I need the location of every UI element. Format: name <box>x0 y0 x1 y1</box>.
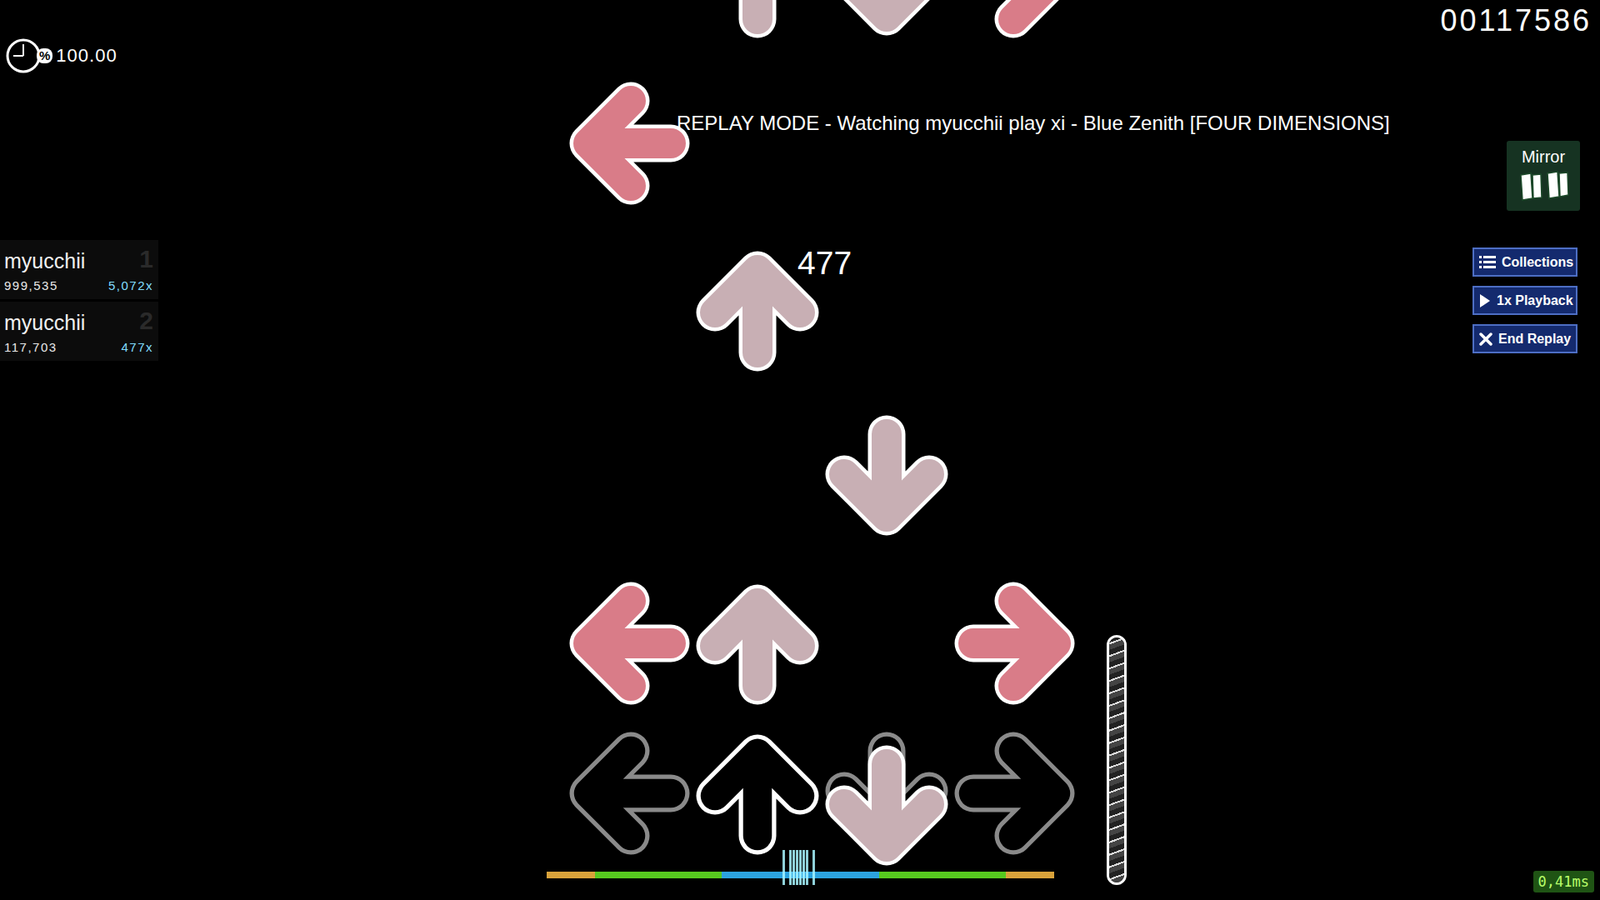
right-note-arrow-icon <box>953 0 1079 40</box>
player-score: 117,703 <box>4 340 58 355</box>
lane <box>951 0 1081 900</box>
leaderboard-entry: myucchii 1 999,535 5,072x <box>0 240 159 300</box>
down-note-arrow-icon <box>824 0 950 40</box>
hit-tick <box>792 850 795 885</box>
leaderboard: myucchii 1 999,535 5,072x myucchii 2 117,703 47… <box>0 240 159 361</box>
collections-button[interactable]: Collections <box>1472 247 1578 277</box>
percent-badge: % <box>36 48 53 65</box>
down-note-arrow-icon <box>824 744 950 870</box>
replay-banner: REPLAY MODE - Watching myucchii play xi … <box>676 111 1390 135</box>
lane <box>564 0 694 900</box>
health-bar <box>1106 635 1127 885</box>
leaderboard-entry: myucchii 2 117,703 477x <box>0 301 159 361</box>
replay-controls: Collections 1x Playback End Replay <box>1472 247 1578 354</box>
close-icon <box>1479 332 1493 346</box>
accuracy-display: %100.00 <box>5 37 118 75</box>
rank: 2 <box>139 306 154 335</box>
hit-tick <box>799 850 802 885</box>
accuracy-value: 100.00 <box>55 45 117 67</box>
playback-button[interactable]: 1x Playback <box>1472 285 1578 315</box>
lane <box>822 0 952 900</box>
mod-badge: Mirror <box>1506 140 1580 211</box>
list-icon <box>1479 255 1496 270</box>
rank: 1 <box>139 245 154 274</box>
combo-counter: 477 <box>797 245 852 282</box>
hit-tick <box>782 850 785 885</box>
hit-tick <box>802 850 805 885</box>
play-icon <box>1479 293 1491 309</box>
player-combo: 5,072x <box>108 278 154 293</box>
up-note-arrow-icon <box>695 247 820 373</box>
lane <box>693 0 823 900</box>
piano-keys-icon <box>1514 168 1573 202</box>
player-combo: 477x <box>120 340 154 355</box>
up-note-arrow-icon <box>695 0 820 40</box>
player-score: 999,535 <box>4 278 59 293</box>
end-button[interactable]: End Replay <box>1472 324 1578 354</box>
right-note-arrow-icon <box>953 580 1079 706</box>
up-note-arrow-icon <box>695 580 820 706</box>
left-note-arrow-icon <box>565 580 691 706</box>
right-receptor-arrow-icon <box>953 730 1079 856</box>
hit-tick <box>805 850 809 885</box>
down-note-arrow-icon <box>824 414 950 540</box>
hit-tick <box>789 850 792 885</box>
mod-name: Mirror <box>1521 147 1565 167</box>
latency-badge: 0,41ms <box>1533 870 1595 893</box>
up-receptor-arrow-icon <box>695 730 820 856</box>
playfield <box>564 0 1081 900</box>
player-name: myucchii <box>4 310 85 335</box>
hit-tick <box>812 850 815 885</box>
left-receptor-arrow-icon <box>565 730 691 856</box>
replay-screen: %100.00 myucchii 1 999,535 5,072x myucchii 2 11… <box>0 0 1600 900</box>
hit-tick <box>795 850 799 885</box>
health-fill <box>1109 637 1125 883</box>
left-note-arrow-icon <box>565 80 691 206</box>
score: 00117586 <box>1440 3 1593 39</box>
hit-error-bar <box>546 871 1055 879</box>
player-name: myucchii <box>4 249 85 274</box>
